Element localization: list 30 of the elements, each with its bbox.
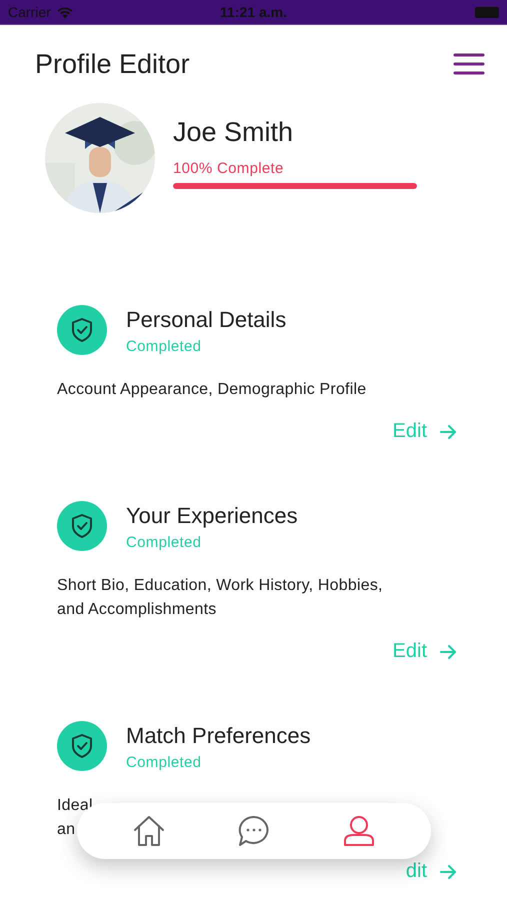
status-label: Completed <box>126 754 202 771</box>
shield-check-icon <box>57 501 107 551</box>
section-title: Personal Details <box>126 307 286 333</box>
edit-link[interactable]: dit <box>406 860 457 883</box>
status-label: Completed <box>126 534 202 551</box>
carrier-label: Carrier <box>8 4 51 20</box>
section-title: Match Preferences <box>126 723 311 749</box>
edit-link[interactable]: Edit <box>392 420 457 443</box>
clock: 11:21 a.m. <box>220 4 287 20</box>
arrow-right-icon <box>439 644 457 660</box>
section-title: Your Experiences <box>126 503 298 529</box>
shield-check-icon <box>57 305 107 355</box>
menu-button[interactable] <box>453 52 485 76</box>
arrow-right-icon <box>439 864 457 880</box>
section-description: Ideal <box>57 796 93 816</box>
wifi-icon <box>56 6 74 18</box>
battery-icon <box>475 6 499 18</box>
user-name: Joe Smith <box>173 117 294 148</box>
section-description: Short Bio, Education, Work History, Hobbies, and Accomplishments <box>57 576 384 620</box>
chat-button[interactable] <box>236 815 271 847</box>
section-description: an <box>57 820 76 840</box>
arrow-right-icon <box>439 424 457 440</box>
shield-check-icon <box>57 721 107 771</box>
section-description: Account Appearance, Demographic Profile <box>57 380 366 400</box>
edit-link[interactable]: Edit <box>392 640 457 663</box>
page-title: Profile Editor <box>35 48 190 80</box>
status-label: Completed <box>126 338 202 355</box>
progress-label: 100% Complete <box>173 160 285 177</box>
profile-button[interactable] <box>342 815 376 847</box>
home-button[interactable] <box>132 815 166 847</box>
